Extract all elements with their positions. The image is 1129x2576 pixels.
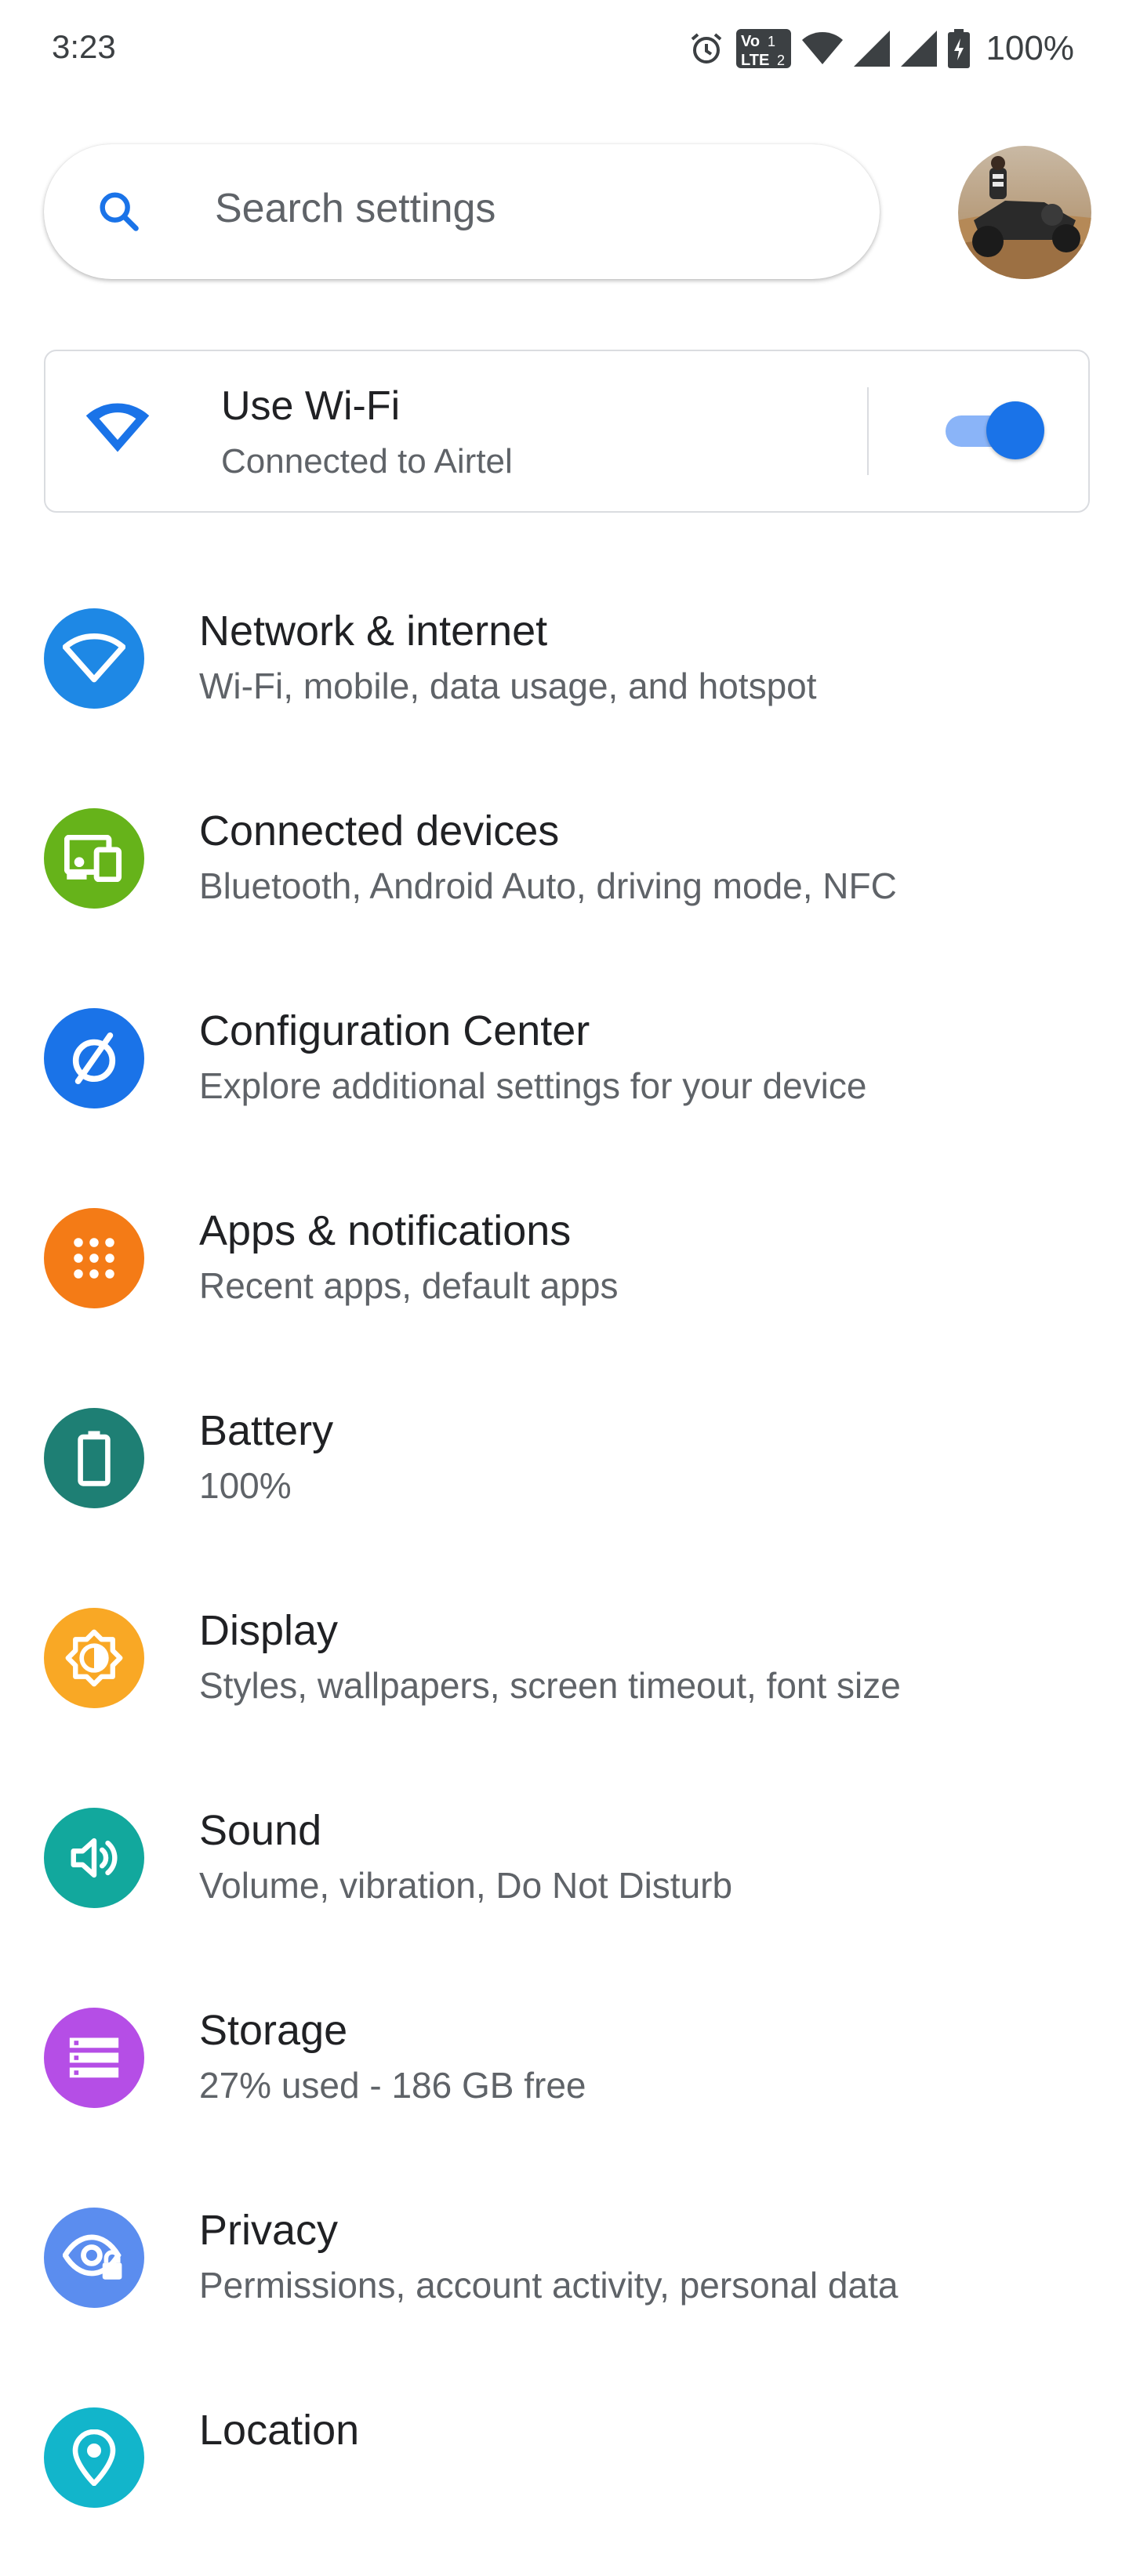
setting-title: Storage xyxy=(199,2007,348,2054)
status-time: 3:23 xyxy=(52,28,116,65)
setting-icon-background xyxy=(44,1808,144,1908)
setting-item-battery[interactable]: Battery 100% xyxy=(0,1377,1129,1576)
volte-lte2-icon: Vo 1 LTE 2 xyxy=(736,29,792,68)
svg-text:2: 2 xyxy=(777,53,785,68)
battery-percentage: 100% xyxy=(986,29,1074,67)
alarm-icon xyxy=(688,30,725,67)
setting-title: Sound xyxy=(199,1807,322,1854)
setting-subtitle: Volume, vibration, Do Not Disturb xyxy=(199,1865,733,1906)
wifi-icon xyxy=(63,633,125,683)
setting-icon-background xyxy=(44,2208,144,2308)
volume-icon xyxy=(71,1838,118,1878)
setting-title: Location xyxy=(199,2407,360,2454)
setting-title: Privacy xyxy=(199,2207,339,2254)
wifi-card[interactable]: Use Wi-Fi Connected to Airtel xyxy=(44,350,1090,513)
cell-signal-icon xyxy=(901,31,938,67)
setting-icon-background xyxy=(44,808,144,909)
toggle-thumb xyxy=(986,401,1044,459)
cell-signal-icon xyxy=(854,31,891,67)
setting-subtitle: Wi-Fi, mobile, data usage, and hotspot xyxy=(199,666,817,706)
search-bar[interactable]: Search settings xyxy=(44,144,880,279)
setting-item-storage[interactable]: Storage 27% used - 186 GB free xyxy=(0,1976,1129,2176)
location-pin-icon xyxy=(72,2429,116,2486)
setting-subtitle: Explore additional settings for your dev… xyxy=(199,1065,867,1106)
setting-title: Battery xyxy=(199,1407,334,1454)
wifi-toggle[interactable] xyxy=(946,401,1044,459)
setting-icon-background xyxy=(44,2008,144,2108)
setting-icon-background xyxy=(44,608,144,709)
setting-item-configuration-center[interactable]: Configuration Center Explore additional … xyxy=(0,977,1129,1177)
setting-item-apps[interactable]: Apps & notifications Recent apps, defaul… xyxy=(0,1177,1129,1377)
status-bar: 3:23 Vo 1 LTE 2 100% xyxy=(0,0,1129,100)
setting-icon-background xyxy=(44,1208,144,1308)
setting-subtitle: Bluetooth, Android Auto, driving mode, N… xyxy=(199,865,897,906)
setting-subtitle: Recent apps, default apps xyxy=(199,1265,619,1306)
devices-icon xyxy=(64,835,122,882)
battery-icon xyxy=(78,1431,111,1486)
svg-text:LTE: LTE xyxy=(741,52,769,68)
search-placeholder: Search settings xyxy=(215,186,496,231)
setting-item-privacy[interactable]: Privacy Permissions, account activity, p… xyxy=(0,2176,1129,2376)
apps-grid-icon xyxy=(74,1238,114,1279)
setting-subtitle: Permissions, account activity, personal … xyxy=(199,2265,898,2306)
setting-title: Configuration Center xyxy=(199,1007,590,1054)
configuration-icon xyxy=(72,1032,116,1084)
wifi-signal-icon xyxy=(802,31,844,66)
wifi-icon xyxy=(85,400,151,459)
status-icons: Vo 1 LTE 2 100% xyxy=(688,27,1074,71)
setting-subtitle: 27% used - 186 GB free xyxy=(199,2065,586,2106)
svg-text:Vo: Vo xyxy=(741,33,760,50)
setting-item-location[interactable]: Location xyxy=(0,2376,1129,2576)
setting-item-connected-devices[interactable]: Connected devices Bluetooth, Android Aut… xyxy=(0,777,1129,977)
setting-title: Connected devices xyxy=(199,807,560,854)
setting-title: Apps & notifications xyxy=(199,1207,572,1254)
setting-icon-background xyxy=(44,2407,144,2508)
setting-title: Network & internet xyxy=(199,608,548,655)
settings-list: Network & internet Wi-Fi, mobile, data u… xyxy=(0,577,1129,2576)
account-avatar[interactable] xyxy=(958,146,1091,279)
setting-icon-background xyxy=(44,1408,144,1508)
setting-item-network[interactable]: Network & internet Wi-Fi, mobile, data u… xyxy=(0,577,1129,777)
brightness-icon xyxy=(65,1629,123,1687)
svg-text:1: 1 xyxy=(768,34,775,49)
setting-title: Display xyxy=(199,1607,339,1654)
setting-subtitle: 100% xyxy=(199,1465,292,1506)
divider xyxy=(867,387,869,475)
setting-icon-background xyxy=(44,1008,144,1108)
wifi-card-subtitle: Connected to Airtel xyxy=(221,442,513,481)
storage-icon xyxy=(69,2037,119,2078)
privacy-eye-icon xyxy=(63,2234,122,2280)
setting-icon-background xyxy=(44,1608,144,1708)
battery-charging-icon xyxy=(948,29,971,68)
setting-item-sound[interactable]: Sound Volume, vibration, Do Not Disturb xyxy=(0,1776,1129,1976)
setting-item-display[interactable]: Display Styles, wallpapers, screen timeo… xyxy=(0,1576,1129,1776)
wifi-card-title: Use Wi-Fi xyxy=(221,383,401,429)
search-icon xyxy=(94,187,144,241)
setting-subtitle: Styles, wallpapers, screen timeout, font… xyxy=(199,1665,901,1706)
